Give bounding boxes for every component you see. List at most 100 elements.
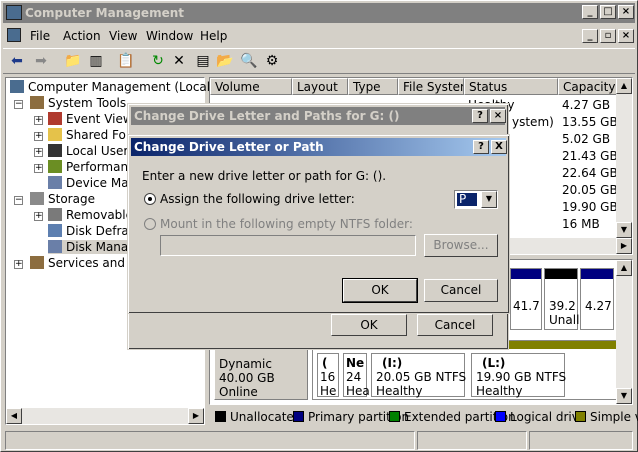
tree-storage[interactable]: Storage (30, 192, 95, 206)
assign-letter-label[interactable]: Assign the following drive letter: (160, 192, 355, 206)
row4-capacity: 22.64 GB (562, 166, 618, 180)
child-restore-button[interactable]: ▫ (600, 29, 616, 43)
menu-view[interactable]: View (109, 29, 137, 43)
expand-performance[interactable]: + (34, 164, 43, 173)
disk0-unallocated[interactable]: 39.2 Unall (544, 268, 579, 330)
outer-cancel-button[interactable]: Cancel (417, 314, 493, 336)
expand-event-viewer[interactable]: + (34, 116, 43, 125)
legend-simple-label: Simple vo (590, 410, 638, 424)
tree-system-tools-label: System Tools (48, 96, 127, 110)
mount-folder-label[interactable]: Mount in the following empty NTFS folder… (160, 217, 413, 231)
collapse-system-tools[interactable]: − (14, 100, 23, 109)
window-title: Computer Management (25, 6, 184, 20)
expand-shared-folders[interactable]: + (34, 132, 43, 141)
col-status[interactable]: Status (464, 78, 558, 95)
ok-button[interactable]: OK (342, 278, 418, 303)
row1-status: ystem) (512, 115, 554, 129)
maximize-button[interactable]: □ (600, 5, 616, 19)
row6-capacity: 19.90 GB (562, 200, 618, 214)
properties2-icon[interactable]: ▤ (193, 52, 213, 71)
dialog-prompt: Enter a new drive letter or path for G: … (142, 169, 387, 183)
disk1-vol-2[interactable]: Ne 24 Hea (343, 353, 370, 398)
col-volume[interactable]: Volume (210, 78, 292, 95)
tree-root-label: Computer Management (Local) (28, 80, 215, 94)
inner-help-button[interactable]: ? (473, 140, 489, 154)
list-vscrollbar[interactable]: ▲ ▼ (616, 78, 632, 238)
open-folder-icon[interactable]: 📂 (215, 52, 235, 71)
disk1-vol-2-size: 24 (346, 370, 362, 384)
tree-system-tools[interactable]: System Tools (30, 96, 126, 110)
disk1-vol-1-status: He (320, 384, 337, 398)
collapse-storage[interactable]: − (14, 196, 23, 205)
scroll-right-arrow[interactable]: ▶ (188, 408, 204, 424)
mmc-icon (7, 28, 21, 42)
row0-capacity: 4.27 GB (562, 98, 611, 112)
col-layout[interactable]: Layout (292, 78, 348, 95)
disk0-partition-a[interactable]: 41.7 (510, 268, 542, 330)
menu-window[interactable]: Window (146, 29, 193, 43)
expand-local-users[interactable]: + (34, 148, 43, 157)
settings-icon[interactable]: ⚙ (262, 52, 282, 71)
graph-scroll-up-arrow[interactable]: ▲ (616, 260, 632, 276)
graph-scroll-down-arrow[interactable]: ▼ (616, 388, 632, 404)
disk1-vol-i-name: (I:) (382, 356, 403, 370)
inner-close-button[interactable]: X (491, 140, 507, 154)
extended-swatch (389, 411, 400, 422)
outer-ok-button[interactable]: OK (331, 314, 407, 336)
properties-icon[interactable]: 📋 (116, 52, 136, 71)
menu-file[interactable]: File (30, 29, 50, 43)
minimize-button[interactable]: _ (582, 5, 598, 19)
defrag-icon (48, 224, 62, 237)
col-file-system[interactable]: File System (398, 78, 464, 95)
disk1-vol-1-size: 16 (320, 370, 336, 384)
search-icon[interactable]: 🔍 (239, 52, 259, 71)
expand-removable[interactable]: + (34, 212, 43, 221)
status-panel-3 (529, 431, 633, 450)
tree-root[interactable]: Computer Management (Local) (10, 80, 215, 94)
disk1-vol-i[interactable]: (I:) 20.05 GB NTFS Healthy (371, 353, 467, 398)
chevron-down-icon[interactable]: ▼ (481, 191, 497, 208)
assign-letter-radio[interactable] (144, 193, 156, 205)
back-arrow-icon[interactable]: ⬅ (7, 52, 27, 71)
graph-vscrollbar[interactable]: ▲ ▼ (616, 260, 632, 404)
disk0-part-b-size: 4.27 (585, 299, 612, 313)
disk1-vol-i-size: 20.05 GB NTFS (376, 370, 467, 384)
storage-icon (30, 192, 44, 205)
tree-hscrollbar[interactable]: ◀ ▶ (6, 408, 204, 424)
outer-close-button[interactable]: × (490, 109, 506, 123)
removable-storage-icon (48, 208, 62, 221)
disk0-partition-b[interactable]: 4.27 (580, 268, 614, 330)
disk0-part-a-size: 41.7 (513, 299, 540, 313)
users-icon (48, 144, 62, 157)
child-close-button[interactable]: × (618, 29, 634, 43)
cancel-button[interactable]: Cancel (424, 279, 498, 302)
scroll-down-arrow[interactable]: ▼ (616, 222, 632, 238)
primary-swatch (293, 411, 304, 422)
menu-help[interactable]: Help (200, 29, 227, 43)
browse-button[interactable]: Browse... (424, 234, 498, 257)
list-scroll-right-arrow[interactable]: ▶ (616, 238, 632, 254)
col-type[interactable]: Type (348, 78, 398, 95)
outer-help-button[interactable]: ? (472, 109, 488, 123)
up-folder-icon[interactable]: 📁 (63, 52, 83, 71)
unallocated-swatch (215, 411, 226, 422)
disk1-vol-1[interactable]: ( 16 He (317, 353, 339, 398)
drive-letter-select[interactable]: P ▼ (454, 190, 498, 209)
col-capacity[interactable]: Capacity (558, 78, 618, 95)
disk1-vol-l-status: Healthy (476, 384, 523, 398)
performance-icon (48, 160, 62, 173)
forward-arrow-icon[interactable]: ➡ (31, 52, 51, 71)
inner-dialog-title: Change Drive Letter or Path (131, 138, 506, 156)
disk1-vol-l[interactable]: (L:) 19.90 GB NTFS Healthy (471, 353, 566, 398)
child-minimize-button[interactable]: _ (582, 29, 598, 43)
close-button[interactable]: × (618, 5, 634, 19)
mount-folder-input[interactable] (160, 235, 416, 256)
menu-action[interactable]: Action (63, 29, 101, 43)
scroll-up-arrow[interactable]: ▲ (616, 78, 632, 94)
expand-services[interactable]: + (14, 260, 23, 269)
scroll-left-arrow[interactable]: ◀ (6, 408, 22, 424)
mount-folder-radio[interactable] (144, 218, 156, 230)
delete-icon[interactable]: ✕ (169, 52, 189, 71)
refresh-icon[interactable]: ↻ (148, 52, 168, 71)
show-hide-tree-icon[interactable]: ▥ (86, 52, 106, 71)
